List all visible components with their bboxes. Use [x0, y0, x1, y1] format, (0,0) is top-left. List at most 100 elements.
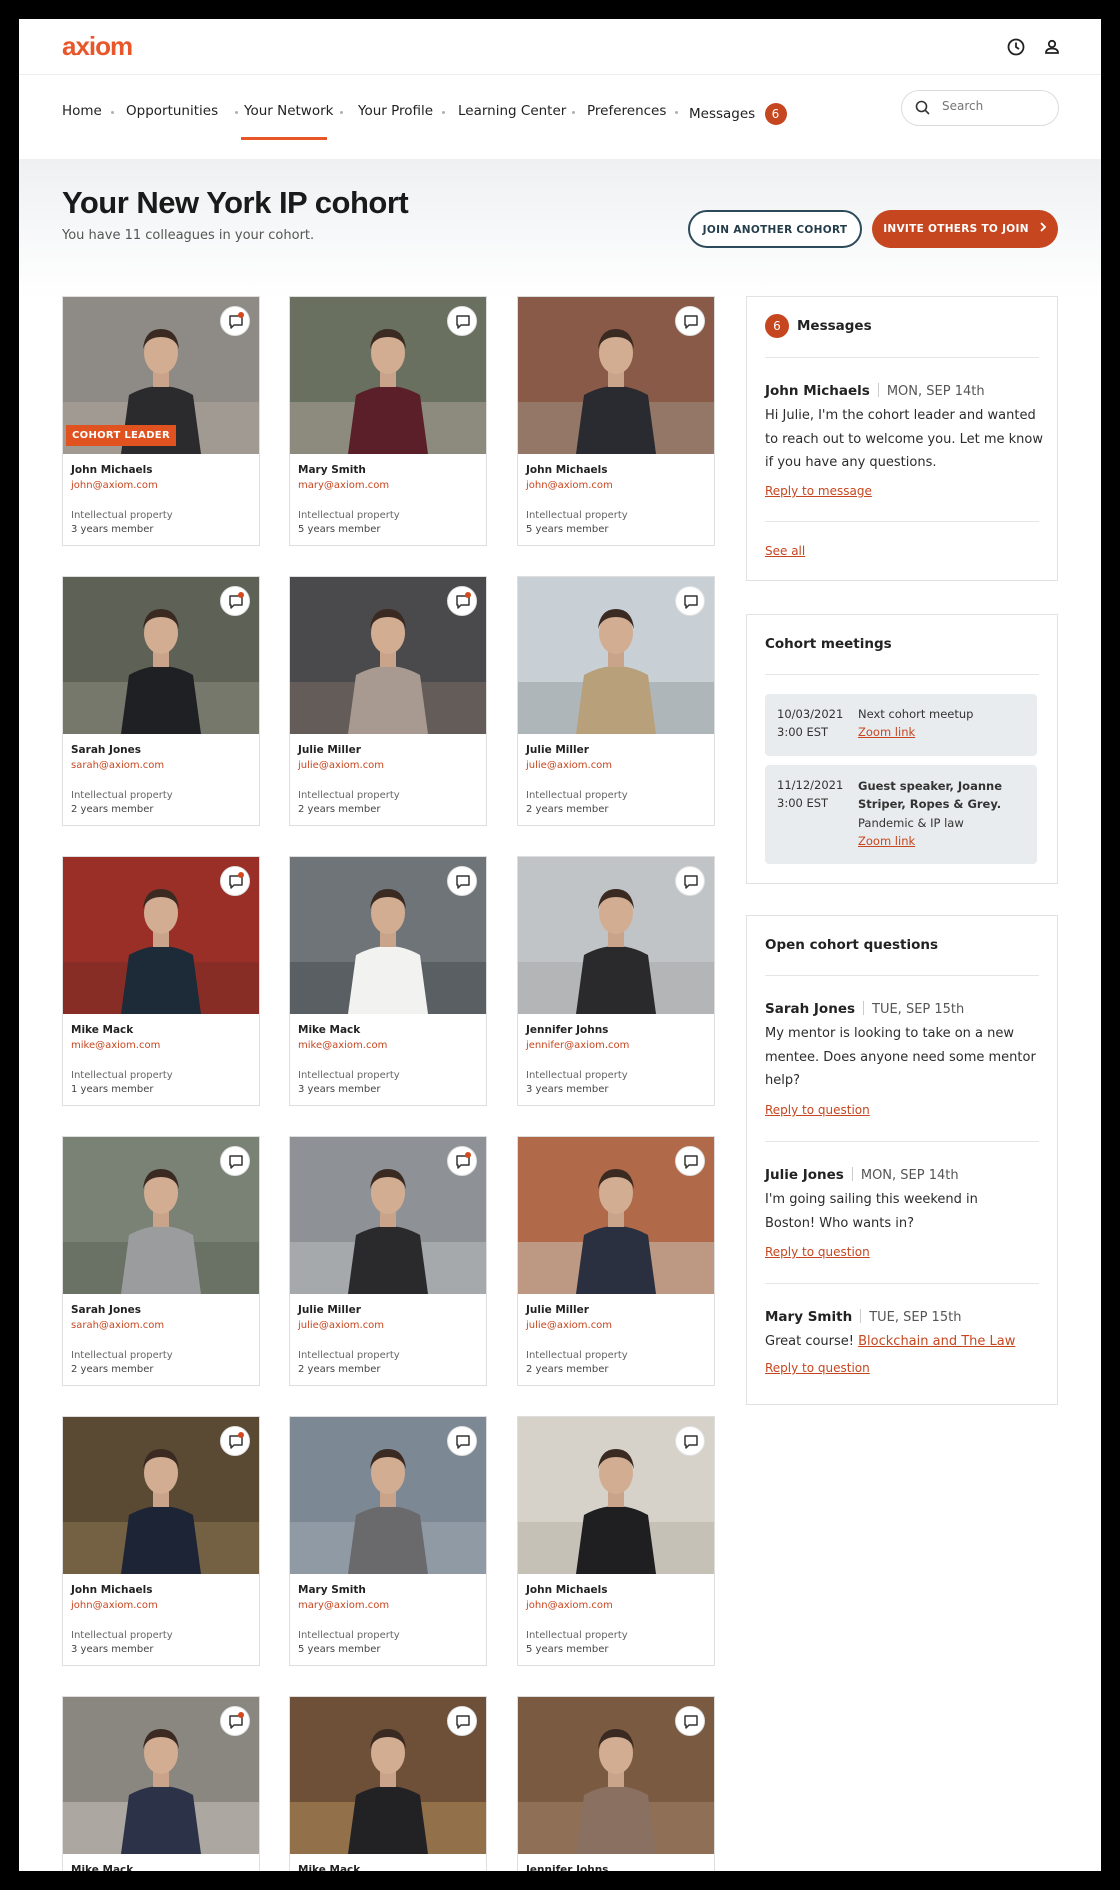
message-member-button[interactable] — [447, 1706, 477, 1736]
reply-to-question-link[interactable]: Reply to question — [765, 1103, 870, 1117]
zoom-link[interactable]: Zoom link — [858, 834, 915, 848]
member-email[interactable]: john@axiom.com — [526, 480, 613, 491]
clock-icon[interactable] — [1006, 37, 1026, 57]
reply-to-message-link[interactable]: Reply to message — [765, 484, 872, 498]
member-card[interactable]: Julie Miller julie@axiom.com Intellectual … — [289, 1136, 487, 1386]
member-card[interactable]: Mary Smith mary@axiom.com Intellectual pro… — [289, 1416, 487, 1666]
meetings-panel-title: Cohort meetings — [765, 636, 892, 652]
member-email[interactable]: jennifer@axiom.com — [526, 1040, 629, 1051]
nav-separator — [442, 111, 445, 114]
member-email[interactable]: julie@axiom.com — [526, 760, 612, 771]
search-icon — [915, 100, 930, 115]
message-member-button[interactable] — [220, 586, 250, 616]
member-card[interactable]: John Michaels john@axiom.com Intellectual … — [517, 1416, 715, 1666]
member-card[interactable]: Mike Mack mike@axiom.com Intellectual prop… — [62, 856, 260, 1106]
member-card[interactable]: Jennifer Johns jennifer@axiom.com Intellec… — [517, 856, 715, 1106]
message-member-button[interactable] — [675, 306, 705, 336]
member-card[interactable]: Sarah Jones sarah@axiom.com Intellectual p… — [62, 1136, 260, 1386]
member-card[interactable]: John Michaels john@axiom.com Intellectual … — [517, 296, 715, 546]
member-card[interactable]: COHORT LEADER John Michaels john@axiom.com… — [62, 296, 260, 546]
invite-button-label: INVITE OTHERS TO JOIN — [883, 223, 1029, 235]
user-icon[interactable] — [1042, 37, 1062, 57]
member-name: John Michaels — [71, 1584, 153, 1596]
member-tenure: 1 years member — [71, 1084, 154, 1095]
member-email[interactable]: mary@axiom.com — [298, 1600, 389, 1611]
chat-bubble-icon — [229, 1435, 243, 1449]
message-member-button[interactable] — [220, 306, 250, 336]
member-card[interactable]: Julie Miller julie@axiom.com Intellectual … — [517, 576, 715, 826]
message-member-button[interactable] — [447, 306, 477, 336]
member-card[interactable]: Julie Miller julie@axiom.com Intellectual … — [289, 576, 487, 826]
message-member-button[interactable] — [447, 1146, 477, 1176]
member-tenure: 3 years member — [298, 1084, 381, 1095]
divider — [765, 1141, 1039, 1142]
member-name: Mary Smith — [298, 464, 366, 476]
nav-separator — [111, 111, 114, 114]
message-member-button[interactable] — [675, 1426, 705, 1456]
member-name: Mary Smith — [298, 1584, 366, 1596]
nav-your-profile[interactable]: Your Profile — [358, 103, 433, 119]
message-member-button[interactable] — [220, 1426, 250, 1456]
message-member-button[interactable] — [675, 1146, 705, 1176]
member-email[interactable]: mary@axiom.com — [298, 480, 389, 491]
message-member-button[interactable] — [675, 586, 705, 616]
member-email[interactable]: mike@axiom.com — [298, 1040, 387, 1051]
messages-panel-badge: 6 — [765, 314, 789, 338]
member-card[interactable]: Julie Miller julie@axiom.com Intellectual … — [517, 1136, 715, 1386]
member-name: Mike Mack — [298, 1864, 361, 1871]
message-member-button[interactable] — [447, 1426, 477, 1456]
reply-to-question-link[interactable]: Reply to question — [765, 1361, 870, 1375]
message-member-button[interactable] — [675, 1706, 705, 1736]
message-member-button[interactable] — [220, 1146, 250, 1176]
unread-dot — [238, 592, 244, 598]
zoom-link[interactable]: Zoom link — [858, 725, 915, 739]
member-card[interactable]: Sarah Jones sarah@axiom.com Intellectual p… — [62, 576, 260, 826]
member-name: Julie Miller — [298, 1304, 361, 1316]
join-another-cohort-button[interactable]: JOIN ANOTHER COHORT — [688, 210, 862, 248]
member-card[interactable]: John Michaels john@axiom.com Intellectual … — [62, 1416, 260, 1666]
member-card[interactable]: Mary Smith mary@axiom.com Intellectual pro… — [289, 296, 487, 546]
course-link[interactable]: Blockchain and The Law — [858, 1334, 1015, 1349]
message-member-button[interactable] — [220, 866, 250, 896]
nav-your-network[interactable]: Your Network — [244, 103, 333, 119]
message-member-button[interactable] — [447, 866, 477, 896]
nav-opportunities[interactable]: Opportunities — [126, 103, 218, 119]
member-tenure: 2 years member — [526, 804, 609, 815]
search-box[interactable] — [901, 90, 1059, 126]
member-email[interactable]: john@axiom.com — [71, 480, 158, 491]
invite-others-button[interactable]: INVITE OTHERS TO JOIN — [872, 210, 1058, 248]
member-email[interactable]: mike@axiom.com — [71, 1040, 160, 1051]
member-email[interactable]: sarah@axiom.com — [71, 1320, 164, 1331]
member-email[interactable]: julie@axiom.com — [298, 1320, 384, 1331]
divider — [765, 975, 1039, 976]
nav-messages[interactable]: Messages 6 — [689, 103, 787, 125]
axiom-logo[interactable]: axiom — [62, 31, 133, 62]
member-card[interactable]: Mike Mack mike@axiom.com Intellectual prop… — [289, 856, 487, 1106]
see-all-link[interactable]: See all — [765, 544, 805, 558]
nav-preferences[interactable]: Preferences — [587, 103, 666, 119]
member-email[interactable]: john@axiom.com — [71, 1600, 158, 1611]
message-member-button[interactable] — [675, 866, 705, 896]
nav-learning-center[interactable]: Learning Center — [458, 103, 566, 119]
nav-home[interactable]: Home — [62, 103, 102, 119]
member-email[interactable]: john@axiom.com — [526, 1600, 613, 1611]
message-member-button[interactable] — [447, 586, 477, 616]
member-card[interactable]: Mike Mack — [289, 1696, 487, 1871]
divider — [851, 1167, 853, 1181]
meeting-title: Next cohort meetup — [858, 707, 974, 721]
reply-to-question-link[interactable]: Reply to question — [765, 1245, 870, 1259]
member-card[interactable]: Jennifer Johns — [517, 1696, 715, 1871]
member-card[interactable]: Mike Mack — [62, 1696, 260, 1871]
nav-separator — [675, 111, 678, 114]
member-name: Mike Mack — [71, 1864, 134, 1871]
chat-bubble-icon — [684, 875, 698, 889]
message-date: MON, SEP 14th — [886, 384, 985, 399]
member-email[interactable]: sarah@axiom.com — [71, 760, 164, 771]
member-name: Julie Miller — [298, 744, 361, 756]
member-email[interactable]: julie@axiom.com — [298, 760, 384, 771]
chat-bubble-icon — [456, 875, 470, 889]
chat-bubble-icon — [456, 1435, 470, 1449]
message-member-button[interactable] — [220, 1706, 250, 1736]
member-email[interactable]: julie@axiom.com — [526, 1320, 612, 1331]
search-input[interactable] — [942, 99, 1050, 113]
